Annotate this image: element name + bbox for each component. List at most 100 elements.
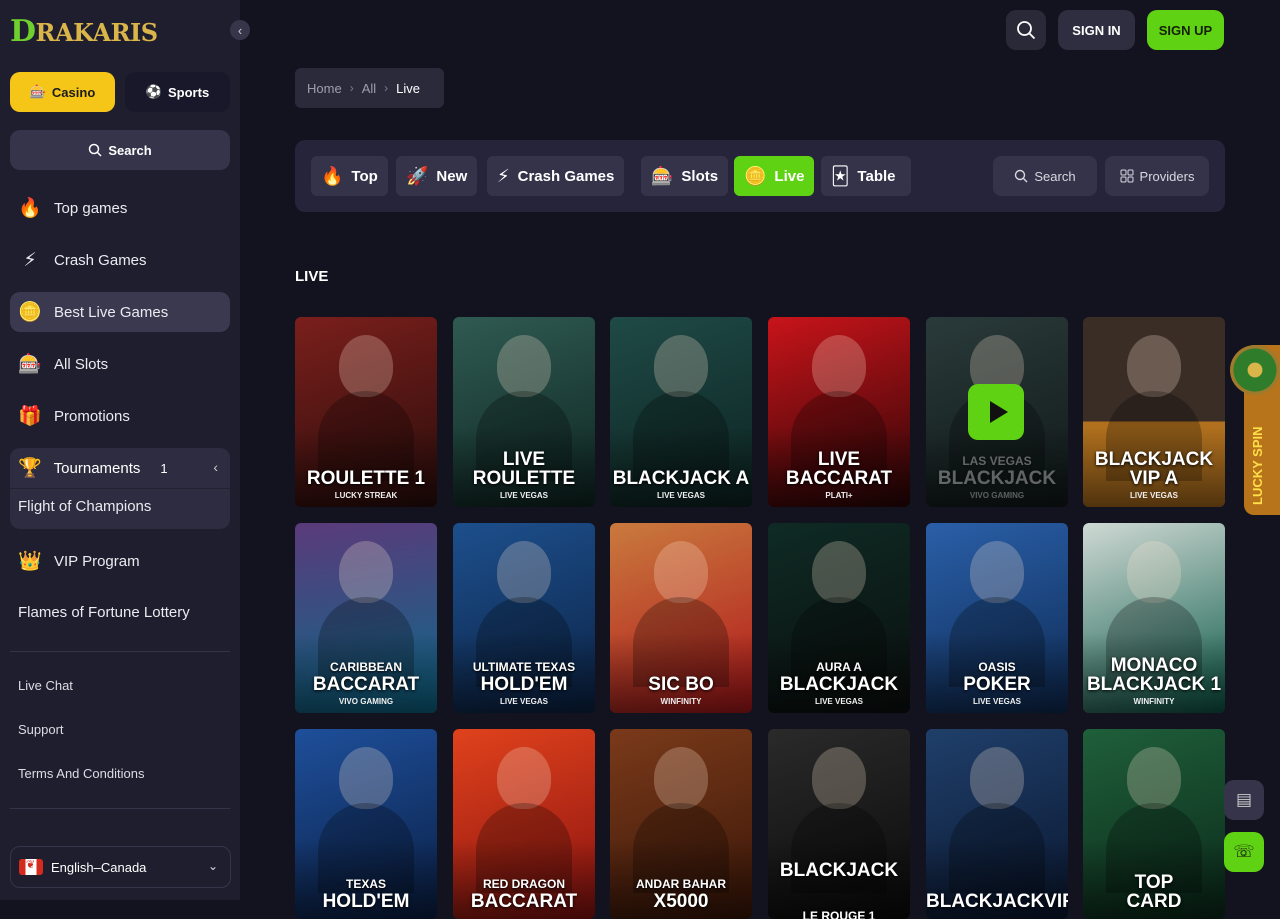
chevron-down-icon: ⌄ [207,859,218,873]
game-tile[interactable]: BLACKJACKVIP [926,729,1068,919]
sign-up-button[interactable]: SIGN UP [1147,10,1224,50]
game-provider: LIVE VEGAS [814,697,863,706]
dealer-image [339,335,393,397]
game-tile[interactable]: LAS VEGAS BLACKJACK VIVO GAMING [926,317,1068,507]
game-tile[interactable]: LIVE ROULETTE LIVE VEGAS [453,317,595,507]
game-tile[interactable]: SIC BO WINFINITY [610,523,752,713]
chips-icon: 🪙 [18,302,42,323]
game-tile[interactable]: LIVE BACCARAT PLATI+ [768,317,910,507]
play-icon[interactable] [968,384,1024,440]
category-label: Top [351,167,378,185]
game-tile[interactable]: RED DRAGON BACCARAT [453,729,595,919]
game-title: BLACKJACKVIP [926,891,1068,912]
dealer-image [1127,335,1181,397]
lucky-spin-label: LUCKY SPIN [1250,426,1265,506]
game-tile[interactable]: CARIBBEAN BACCARAT VIVO GAMING [295,523,437,713]
sidebar-item-promotions[interactable]: 🎁 Promotions [10,396,230,436]
sidebar-subitem-flight-of-champions[interactable]: Flight of Champions [18,498,151,515]
game-tile[interactable]: BLACKJACK LE ROUGE 1 [768,729,910,919]
language-label: English–Canada [51,859,147,875]
game-tile[interactable]: TEXAS HOLD'EM [295,729,437,919]
game-tile[interactable]: ANDAR BAHAR X5000 [610,729,752,919]
chevron-right-icon: › [384,81,389,95]
footer-link-terms[interactable]: Terms And Conditions [18,766,144,781]
game-title-line1: TEXAS [345,877,386,891]
game-title: BACCARAT [470,891,578,912]
game-tile[interactable]: ULTIMATE TEXAS HOLD'EM LIVE VEGAS [453,523,595,713]
sidebar-item-tournaments[interactable]: 🏆 Tournaments 1 ‹ [10,448,230,488]
gift-icon: 🎁 [18,406,42,427]
sign-in-button[interactable]: SIGN IN [1058,10,1135,50]
category-top[interactable]: 🔥 Top [311,156,388,196]
logo[interactable]: DRAKARIS [10,14,158,49]
game-tile[interactable]: TOP CARD [1083,729,1225,919]
games-search-button[interactable]: Search [993,156,1097,196]
sidebar-item-label: Best Live Games [54,303,169,321]
dealer-image [970,541,1024,603]
fire-icon: 🔥 [321,165,344,186]
sidebar: DRAKARIS ‹ 🎰 Casino ⚽ Sports Search 🔥 To… [0,0,250,900]
game-tile[interactable]: ROULETTE 1 LUCKY STREAK [295,317,437,507]
category-label: Live [774,167,805,185]
sidebar-item-best-live-games[interactable]: 🪙 Best Live Games [10,292,230,332]
game-tile[interactable]: BLACKJACK VIP A LIVE VEGAS [1083,317,1225,507]
game-title-line1: RED DRAGON [482,877,565,891]
chevron-right-icon: › [349,81,354,95]
game-title: ROULETTE 1 [306,468,426,489]
bar-chart-icon: ▤ [1235,790,1253,809]
sidebar-item-all-slots[interactable]: 🎰 All Slots [10,344,230,384]
game-provider: VIVO GAMING [969,491,1025,500]
sidebar-item-lottery[interactable]: Flames of Fortune Lottery [18,604,190,621]
header-search-button[interactable] [1006,10,1046,50]
sidebar-item-top-games[interactable]: 🔥 Top games [10,188,230,228]
category-slots[interactable]: 🎰 Slots [641,156,729,196]
rocket-icon: 🚀 [406,165,429,186]
game-tile[interactable]: AURA A BLACKJACK LIVE VEGAS [768,523,910,713]
game-provider: LIVE VEGAS [1129,491,1178,500]
game-tile[interactable]: OASIS POKER LIVE VEGAS [926,523,1068,713]
game-provider: LIVE VEGAS [499,491,548,500]
footer-link-support[interactable]: Support [18,722,64,737]
breadcrumb-all[interactable]: All [362,81,376,96]
sidebar-item-label: All Slots [54,355,109,373]
providers-button[interactable]: Providers [1105,156,1209,196]
game-provider: LIVE VEGAS [656,491,705,500]
wheel-icon [1230,345,1280,395]
collapse-sidebar-button[interactable]: ‹ [230,20,250,40]
tab-casino[interactable]: 🎰 Casino [10,72,115,112]
game-provider: VIVO GAMING [338,697,394,706]
slot-machine-icon: 🎰 [18,354,42,375]
language-selector[interactable]: English–Canada ⌄ [10,846,231,888]
dealer-image [497,747,551,809]
crown-icon: 👑 [18,551,42,572]
category-crash-games[interactable]: ⚡ Crash Games [487,156,625,196]
category-live[interactable]: 🪙 Live [734,156,815,196]
search-icon [1017,21,1036,40]
dealer-image [339,747,393,809]
category-label: Table [857,167,896,185]
breadcrumb: Home › All › Live [295,68,444,108]
tab-casino-label: Casino [51,84,96,100]
footer-link-live-chat[interactable]: Live Chat [18,678,73,693]
tab-sports[interactable]: ⚽ Sports [125,72,230,112]
game-title: TOP CARD [1126,872,1182,912]
chips-icon: 🪙 [744,165,767,186]
game-tile[interactable]: MONACO BLACKJACK 1 WINFINITY [1083,523,1225,713]
sidebar-item-vip-program[interactable]: 👑 VIP Program [10,541,230,581]
game-title: HOLD'EM [480,674,568,695]
sidebar-item-crash-games[interactable]: ⚡ Crash Games [10,240,230,280]
stats-button[interactable]: ▤ [1224,780,1264,820]
dealer-image [812,747,866,809]
game-title: BLACKJACK [779,860,899,881]
category-table[interactable]: 🃏 Table [821,156,911,196]
game-tile[interactable]: BLACKJACK A LIVE VEGAS [610,317,752,507]
sidebar-item-label: Crash Games [54,251,147,269]
tournaments-count-badge: 1 [160,460,168,476]
category-new[interactable]: 🚀 New [396,156,478,196]
support-chat-button[interactable]: ☏ [1224,832,1264,872]
basketball-icon: ⚽ [145,84,162,99]
breadcrumb-home[interactable]: Home [307,81,342,96]
sidebar-search-button[interactable]: Search [10,130,230,170]
slot-machine-icon: 🎰 [29,84,46,99]
dealer-image [970,747,1024,809]
